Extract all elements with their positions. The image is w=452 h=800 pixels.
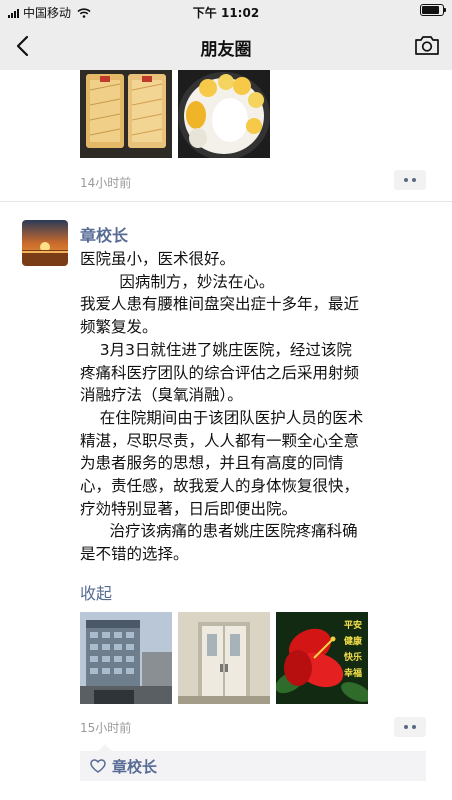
post-text-line: 疼痛科医疗团队的综合评估之后采用射频 (80, 363, 360, 382)
post-text-line: 为患者服务的思想，并且有高度的同情 (80, 454, 344, 473)
status-right (420, 4, 446, 16)
status-bar: 中国移动 下午 11:02 (0, 0, 452, 22)
hospital-building-photo[interactable] (80, 612, 172, 704)
battery-icon (420, 4, 446, 16)
post-text-line: 心，责任感，故我爱人的身体恢复很快， (80, 477, 360, 496)
avatar[interactable] (22, 220, 68, 266)
ward-door-photo[interactable] (178, 612, 270, 704)
post-text-line: 消融疗法（臭氧消融）。 (80, 386, 243, 405)
page-title: 朋友圈 (200, 40, 252, 60)
post-text-line: 因病制方，妙法在心。 (80, 272, 275, 291)
more-actions-button[interactable] (394, 170, 426, 190)
post-text-line: 3月3日就住进了姚庄医院，经过该院 (80, 340, 352, 359)
post-time: 14小时前 (80, 176, 132, 190)
post-divider (0, 201, 452, 202)
flower-caption-2: 健康 (344, 635, 363, 647)
like-user-name[interactable]: 章校长 (112, 756, 157, 777)
camera-icon[interactable] (414, 34, 440, 56)
likes-bar: 章校长 (80, 744, 426, 781)
post-text-line: 治疗该病痛的患者姚庄医院疼痛科确 (80, 522, 358, 541)
post-text-line: 疗効特别显著，日后即便出院。 (80, 499, 298, 518)
heart-icon (90, 759, 106, 773)
fruit-plate-photo[interactable] (178, 70, 270, 158)
status-time: 下午 11:02 (192, 6, 260, 20)
post-text-line: 在住院期间由于该团队医护人员的医术 (80, 408, 364, 427)
flower-caption-1: 平安 (344, 619, 362, 631)
post-text-line: 我爱人患有腰椎间盘突出症十多年，最近 (80, 295, 360, 314)
navigation-bar: 朋友圈 (0, 22, 452, 70)
post-time: 15小时前 (80, 721, 132, 735)
post-text-line: 医院虽小，医术很好。 (80, 250, 236, 268)
toast-slices-photo[interactable] (80, 70, 172, 158)
post-text-line: 是不错的选择。 (80, 545, 189, 564)
flower-caption-4: 幸福 (344, 667, 362, 679)
post-text-line: 精湛，尽职尽责，人人都有一颗全心全意 (80, 431, 360, 450)
collapse-link[interactable]: 收起 (80, 580, 112, 604)
red-flower-photo[interactable]: 平安 健康 快乐 幸福 (276, 612, 368, 704)
post-author[interactable]: 章校长 (80, 222, 128, 246)
more-actions-button[interactable] (394, 717, 426, 737)
post-text: 医院虽小，医术很好。 因病制方，妙法在心。 我爱人患有腰椎间盘突出症十多年，最近… (80, 248, 432, 566)
flower-caption-3: 快乐 (344, 651, 362, 663)
post-text-line: 频繁复发。 (80, 318, 158, 337)
